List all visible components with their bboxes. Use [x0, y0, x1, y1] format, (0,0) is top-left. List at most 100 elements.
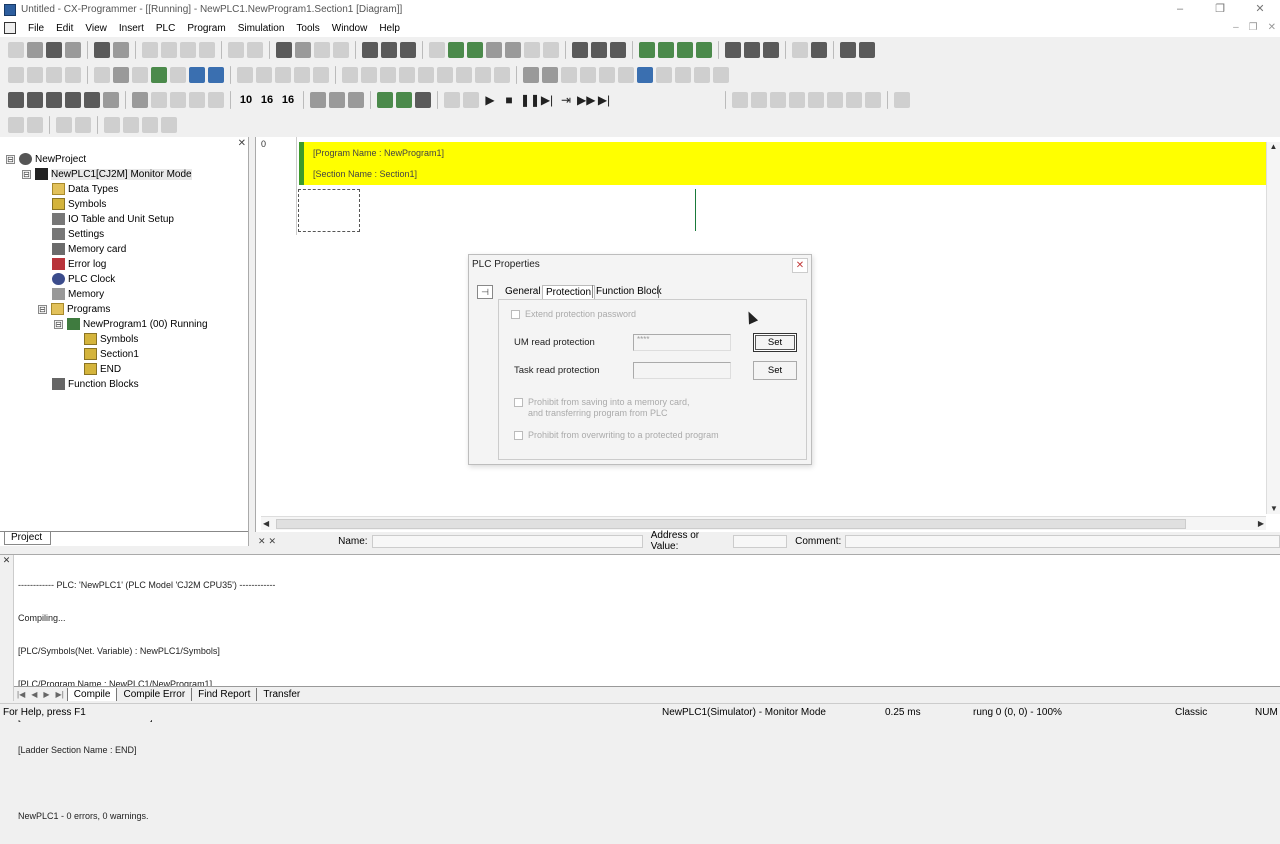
menu-file[interactable]: File	[22, 23, 50, 34]
step-run-icon[interactable]	[656, 66, 672, 83]
new-coil-icon[interactable]	[380, 66, 396, 83]
tree-item-programs[interactable]: ⊟ Programs	[38, 302, 110, 316]
scroll-thumb[interactable]	[276, 519, 1186, 529]
save-all-icon[interactable]	[65, 41, 81, 58]
delete-icon[interactable]	[199, 41, 215, 58]
watch-window-icon[interactable]	[208, 66, 224, 83]
tree-item-io-table[interactable]: IO Table and Unit Setup	[52, 212, 174, 226]
comment-field[interactable]	[845, 534, 1280, 548]
minimize-button[interactable]: –	[1160, 0, 1200, 19]
simulation-icon[interactable]	[637, 66, 653, 83]
sim-step-run-icon[interactable]: ▶|	[539, 92, 555, 108]
redo-icon[interactable]	[247, 41, 263, 58]
bookmark-next-icon[interactable]	[104, 116, 120, 133]
online-edit-fb-icon[interactable]	[580, 66, 596, 83]
menu-view[interactable]: View	[79, 23, 113, 34]
work-online-icon[interactable]	[448, 41, 464, 58]
menu-window[interactable]: Window	[326, 23, 374, 34]
scroll-right-icon[interactable]: ▶	[1258, 517, 1264, 531]
auto-online-icon[interactable]	[486, 41, 502, 58]
open-file-icon[interactable]	[27, 41, 43, 58]
collapse-icon[interactable]: ⊟	[22, 169, 31, 179]
bookmark-list-icon[interactable]	[161, 116, 177, 133]
tree-item-symbols[interactable]: Symbols	[52, 197, 106, 211]
new-file-icon[interactable]	[8, 41, 24, 58]
program-mode-icon[interactable]	[639, 41, 655, 58]
online-simulator-icon[interactable]	[467, 41, 483, 58]
list-icon[interactable]	[56, 116, 72, 133]
cancel-online-edit-icon[interactable]	[561, 66, 577, 83]
tree-item-memory-card[interactable]: Memory card	[52, 242, 126, 256]
tree-item-section1[interactable]: Section1	[84, 347, 139, 361]
cross-reference-icon[interactable]	[314, 41, 330, 58]
menu-insert[interactable]: Insert	[113, 23, 150, 34]
io-table-icon[interactable]	[744, 41, 760, 58]
rung-jump-icon[interactable]	[348, 91, 364, 108]
stop-icon[interactable]	[524, 41, 540, 58]
horizontal-scrollbar[interactable]: ◀ ▶	[261, 516, 1266, 530]
online-edit-st-icon[interactable]	[599, 66, 615, 83]
tree-item-newproject[interactable]: ⊟ NewProject	[6, 152, 86, 166]
rung-comments-icon[interactable]	[132, 66, 148, 83]
set-icon[interactable]	[840, 41, 856, 58]
menu-edit[interactable]: Edit	[50, 23, 79, 34]
tree-item-error-log[interactable]: Error log	[52, 257, 106, 271]
insert-rung-icon[interactable]	[808, 91, 824, 108]
new-closed-contact-icon[interactable]	[275, 66, 291, 83]
name-field[interactable]	[371, 534, 643, 548]
force-on-icon[interactable]	[792, 41, 808, 58]
paste-icon[interactable]	[180, 41, 196, 58]
replace-icon[interactable]	[295, 41, 311, 58]
transfer-online-edit-icon[interactable]	[542, 66, 558, 83]
force-off-icon[interactable]	[811, 41, 827, 58]
decimal-display-button[interactable]: 10	[237, 92, 255, 108]
tab-transfer[interactable]: Transfer	[256, 687, 306, 701]
tab-function-block[interactable]: Function Block	[593, 285, 665, 299]
sim-pause-all-icon[interactable]	[463, 91, 479, 108]
data-trace-icon[interactable]	[151, 91, 167, 108]
delete-row-icon[interactable]	[770, 91, 786, 108]
um-read-protection-field[interactable]: ****	[633, 334, 731, 351]
tab-compile[interactable]: Compile	[66, 687, 117, 701]
sim-step-in-icon[interactable]: ⇥	[558, 92, 574, 108]
dialog-close-button[interactable]: ✕	[792, 258, 808, 273]
delete-column-icon[interactable]	[789, 91, 805, 108]
plc-setup-icon[interactable]	[725, 41, 741, 58]
compare-icon[interactable]	[610, 41, 626, 58]
online-edit-sfc-icon[interactable]	[618, 66, 634, 83]
tree-item-plc[interactable]: ⊟ NewPLC1[CJ2M] Monitor Mode	[22, 167, 192, 181]
prohibit-overwrite-checkbox[interactable]	[514, 431, 523, 440]
insert-row-icon[interactable]	[732, 91, 748, 108]
new-or-contact-icon[interactable]	[294, 66, 310, 83]
tree-item-end[interactable]: END	[84, 362, 121, 376]
document-icon[interactable]	[4, 22, 16, 34]
pt-contact-icon[interactable]	[437, 66, 453, 83]
new-contact-icon[interactable]	[256, 66, 272, 83]
scroll-left-icon[interactable]: ◀	[263, 517, 269, 531]
workspace-close-icon[interactable]: ✕	[238, 138, 246, 149]
tab-last-icon[interactable]: ▶|	[53, 690, 67, 699]
step-out-icon[interactable]	[694, 66, 710, 83]
break-icon[interactable]	[713, 66, 729, 83]
info-bar-pin-icon[interactable]: ✕	[269, 536, 277, 547]
pin-icon[interactable]: ⊣	[477, 285, 493, 299]
um-set-button[interactable]: Set	[753, 333, 797, 352]
simulator-monitor-icon[interactable]	[377, 91, 393, 108]
tab-compile-error[interactable]: Compile Error	[116, 687, 191, 701]
transfer-to-plc-icon[interactable]	[572, 41, 588, 58]
tree-item-program-symbols[interactable]: Symbols	[84, 332, 138, 346]
global-symbols-icon[interactable]	[103, 91, 119, 108]
simulator-settings-icon[interactable]	[396, 91, 412, 108]
tab-next-icon[interactable]: ▶	[40, 690, 52, 699]
close-button[interactable]: ✕	[1240, 0, 1280, 19]
tree-item-newprogram1[interactable]: ⊟ NewProgram1 (00) Running	[54, 317, 208, 331]
tab-prev-icon[interactable]: ◀	[28, 690, 40, 699]
nt-contact-icon[interactable]	[456, 66, 472, 83]
sim-continuous-step-icon[interactable]: ▶▶	[577, 92, 595, 108]
simulator-error-icon[interactable]	[415, 91, 431, 108]
collapse-icon[interactable]: ⊟	[38, 304, 47, 314]
tab-protection[interactable]: Protection	[542, 285, 596, 299]
collapse-icon[interactable]: ⊟	[6, 154, 15, 164]
cut-icon[interactable]	[142, 41, 158, 58]
zoom-out-icon[interactable]	[65, 66, 81, 83]
